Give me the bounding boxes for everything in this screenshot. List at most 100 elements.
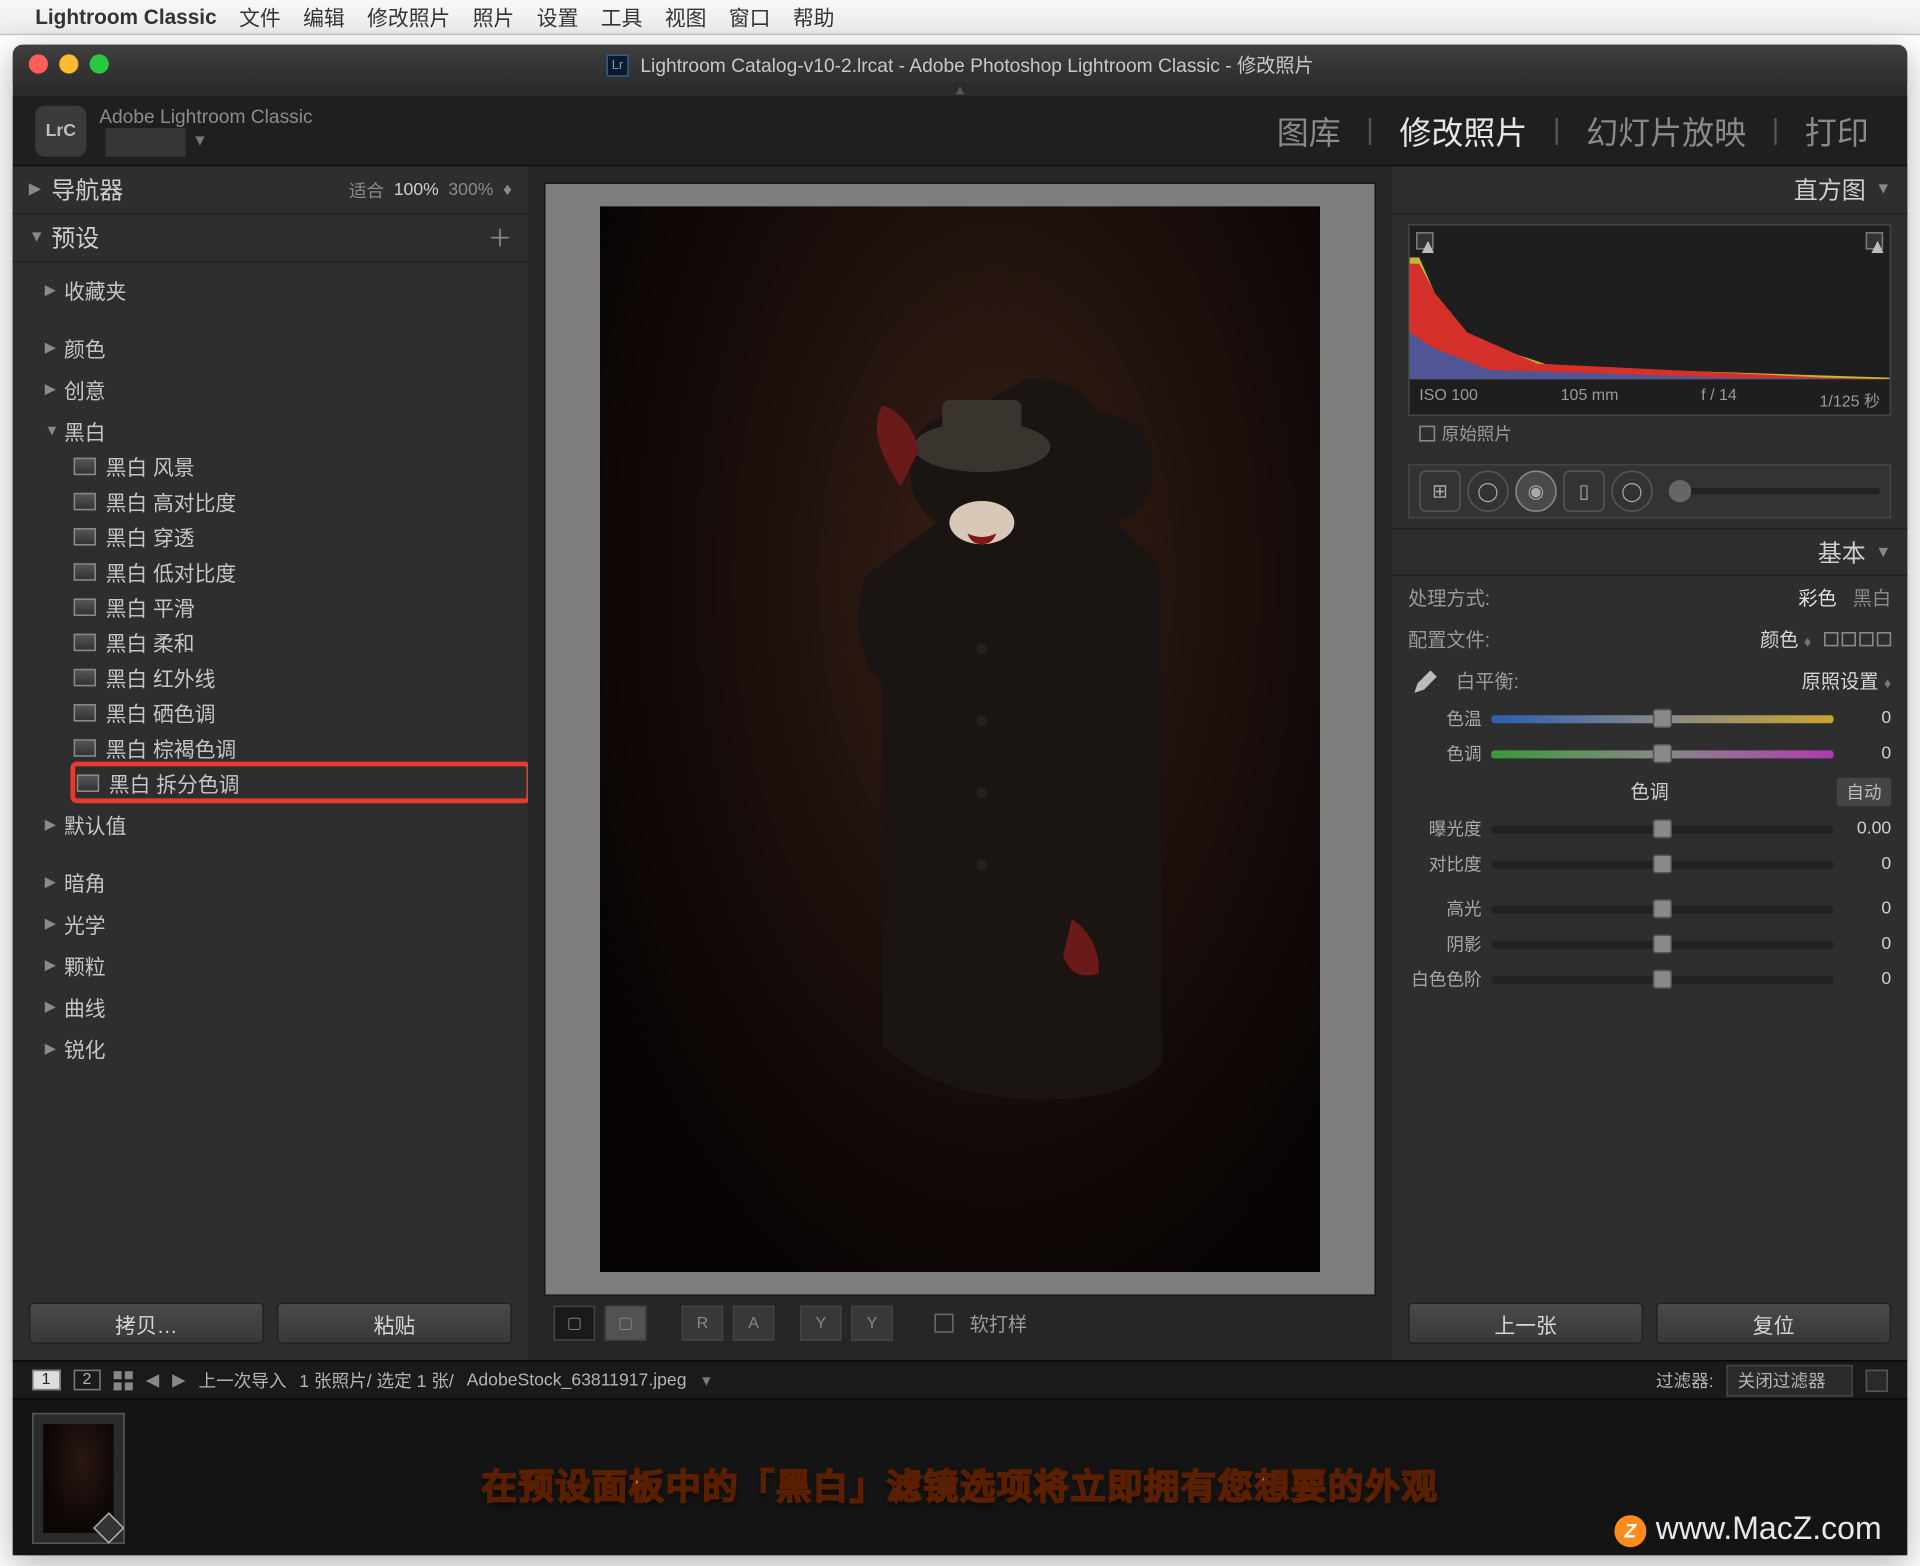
proof-y2-button[interactable]: Y [851, 1306, 893, 1341]
identity-menu-icon[interactable]: ▼ [192, 133, 208, 151]
histogram-header[interactable]: 直方图▼ [1392, 166, 1907, 214]
zoom-100[interactable]: 100% [394, 180, 439, 199]
zoom-300[interactable]: 300% [448, 180, 493, 199]
preset-group-锐化[interactable]: ▶锐化 [45, 1030, 528, 1065]
preset-item[interactable]: 黑白 平滑 [74, 589, 528, 624]
presets-header[interactable]: ▼ 预设 ＋ [13, 214, 528, 262]
filename-label[interactable]: AdobeStock_63811917.jpeg [467, 1370, 687, 1389]
zoom-fit[interactable]: 适合 [349, 177, 384, 203]
proof-a-button[interactable]: A [733, 1306, 775, 1341]
preset-group-暗角[interactable]: ▶暗角 [45, 864, 528, 899]
preset-group-光学[interactable]: ▶光学 [45, 906, 528, 941]
treatment-bw[interactable]: 黑白 [1853, 583, 1891, 610]
menu-file[interactable]: 文件 [239, 2, 281, 32]
eyedropper-icon[interactable] [1408, 661, 1446, 699]
preset-item[interactable]: 黑白 硒色调 [74, 694, 528, 729]
brush-size-slider[interactable] [1669, 488, 1880, 494]
filename-menu-icon[interactable]: ▼ [699, 1372, 713, 1388]
preset-item[interactable]: 黑白 低对比度 [74, 554, 528, 589]
histogram[interactable]: ▲ ▲ ISO 100 105 mm f / 14 1/125 秒 原始照片 [1408, 224, 1891, 416]
preset-item[interactable]: 黑白 红外线 [74, 659, 528, 694]
preset-group-黑白[interactable]: ▼黑白 [45, 413, 528, 448]
loupe-view-button[interactable]: ▢ [554, 1306, 596, 1341]
preset-group-收藏夹[interactable]: ▶收藏夹 [45, 272, 528, 307]
exposure-slider[interactable] [1491, 825, 1833, 833]
highlight-clip-icon[interactable]: ▲ [1866, 232, 1884, 250]
contrast-value[interactable]: 0 [1843, 854, 1891, 873]
redeye-tool-icon[interactable]: ◉ [1515, 470, 1557, 512]
treatment-color[interactable]: 彩色 [1798, 583, 1836, 610]
top-panel-toggle[interactable]: ▲ [13, 83, 1907, 96]
identity-plate[interactable] [106, 127, 186, 156]
module-library[interactable]: 图库 [1261, 107, 1357, 153]
zoom-menu-icon[interactable]: ♦ [503, 180, 512, 199]
window-minimize-button[interactable] [59, 54, 78, 73]
window-maximize-button[interactable] [90, 54, 109, 73]
shadows-slider[interactable] [1491, 940, 1833, 948]
tint-value[interactable]: 0 [1843, 744, 1891, 763]
radial-tool-icon[interactable]: ◯ [1611, 470, 1653, 512]
menu-settings[interactable]: 设置 [537, 2, 579, 32]
whites-slider[interactable] [1491, 975, 1833, 983]
menu-develop[interactable]: 修改照片 [367, 2, 450, 32]
auto-tone-button[interactable]: 自动 [1837, 778, 1891, 807]
image-canvas[interactable] [544, 182, 1376, 1296]
heal-tool-icon[interactable]: ◯ [1467, 470, 1509, 512]
preset-item[interactable]: 黑白 高对比度 [74, 483, 528, 518]
nav-back-icon[interactable]: ◀ [146, 1370, 160, 1391]
softproof-checkbox[interactable] [934, 1314, 953, 1333]
nav-fwd-icon[interactable]: ▶ [172, 1370, 186, 1391]
proof-y1-button[interactable]: Y [800, 1306, 842, 1341]
temp-slider[interactable] [1491, 714, 1833, 722]
reset-button[interactable]: 复位 [1656, 1302, 1891, 1344]
wb-value[interactable]: 原照设置 ♦ [1802, 666, 1892, 693]
screen-1-button[interactable]: 1 [32, 1370, 60, 1391]
menu-view[interactable]: 视图 [665, 2, 707, 32]
menu-help[interactable]: 帮助 [793, 2, 835, 32]
crop-tool-icon[interactable]: ⊞ [1419, 470, 1461, 512]
highlights-slider[interactable] [1491, 905, 1833, 913]
menu-window[interactable]: 窗口 [729, 2, 771, 32]
module-slideshow[interactable]: 幻灯片放映 [1570, 107, 1762, 153]
filter-select[interactable]: 关闭过滤器 [1726, 1364, 1852, 1396]
preset-group-曲线[interactable]: ▶曲线 [45, 989, 528, 1024]
exposure-value[interactable]: 0.00 [1843, 819, 1891, 838]
grid-view-icon[interactable] [114, 1370, 133, 1389]
original-checkbox[interactable] [1419, 426, 1435, 442]
profile-value[interactable]: 颜色 ♦ [1760, 625, 1811, 652]
menu-tools[interactable]: 工具 [601, 2, 643, 32]
window-close-button[interactable] [29, 54, 48, 73]
module-print[interactable]: 打印 [1789, 107, 1885, 153]
preset-item[interactable]: 黑白 风景 [74, 448, 528, 483]
gradient-tool-icon[interactable]: ▯ [1563, 470, 1605, 512]
menu-edit[interactable]: 编辑 [303, 2, 345, 32]
tint-slider[interactable] [1491, 750, 1833, 758]
menubar-app-name[interactable]: Lightroom Classic [35, 5, 216, 29]
whites-value[interactable]: 0 [1843, 970, 1891, 989]
filmstrip[interactable]: 在预设面板中的「黑白」滤镜选项将立即拥有您想要的外观 Z www.MacZ.co… [13, 1398, 1907, 1555]
paste-button[interactable]: 粘贴 [277, 1302, 512, 1344]
preset-item[interactable]: 黑白 柔和 [74, 624, 528, 659]
shadows-value[interactable]: 0 [1843, 934, 1891, 953]
contrast-slider[interactable] [1491, 860, 1833, 868]
shadow-clip-icon[interactable]: ▲ [1416, 232, 1434, 250]
screen-2-button[interactable]: 2 [73, 1370, 101, 1391]
profile-browser-icon[interactable] [1824, 631, 1891, 645]
preset-group-颜色[interactable]: ▶颜色 [45, 330, 528, 365]
preset-item[interactable]: 黑白 棕褐色调 [74, 730, 528, 765]
basic-header[interactable]: 基本▼ [1392, 528, 1907, 576]
module-develop[interactable]: 修改照片 [1383, 107, 1543, 153]
previous-button[interactable]: 上一张 [1408, 1302, 1643, 1344]
add-preset-icon[interactable]: ＋ [488, 221, 512, 255]
highlights-value[interactable]: 0 [1843, 899, 1891, 918]
copy-button[interactable]: 拷贝… [29, 1302, 264, 1344]
navigator-header[interactable]: ▶ 导航器 适合 100% 300% ♦ [13, 166, 528, 214]
filter-lock-icon[interactable] [1866, 1369, 1888, 1391]
temp-value[interactable]: 0 [1843, 709, 1891, 728]
preset-item[interactable]: 黑白 穿透 [74, 518, 528, 553]
proof-r-button[interactable]: R [682, 1306, 724, 1341]
before-after-button[interactable]: ▢ [605, 1306, 647, 1341]
navigator-toggle-icon[interactable]: ▶ [29, 181, 51, 199]
preset-group-颗粒[interactable]: ▶颗粒 [45, 947, 528, 982]
preset-item[interactable]: 黑白 拆分色调 [74, 765, 528, 800]
